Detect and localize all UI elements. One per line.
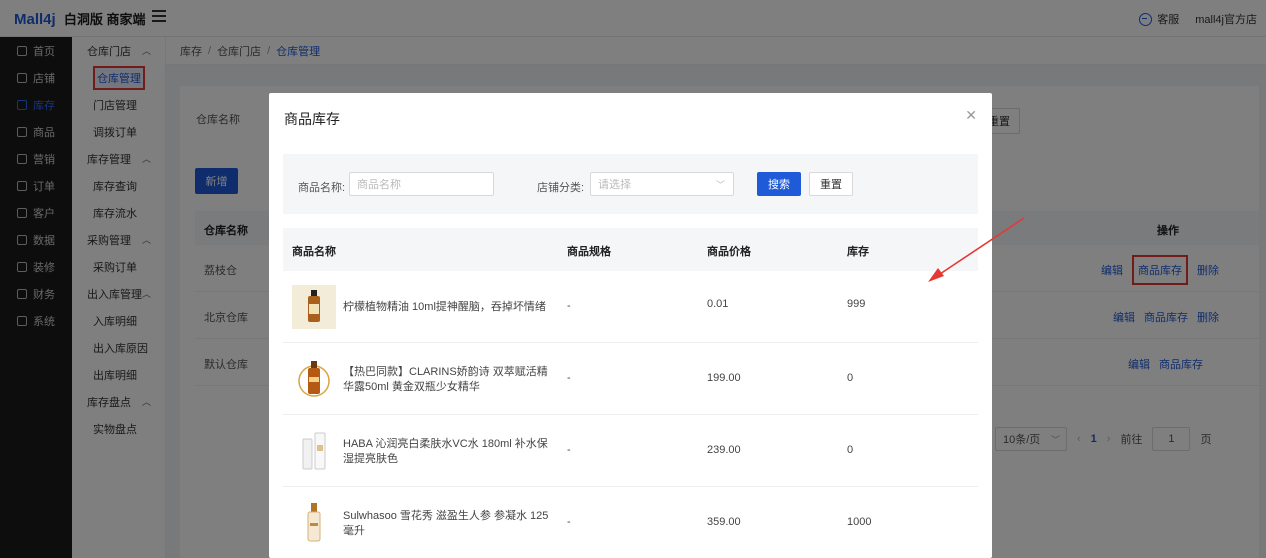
product-name: Sulwhasoo 雪花秀 滋盈生人参 参凝水 125毫升 (343, 510, 549, 537)
product-thumbnail (292, 501, 336, 545)
chevron-down-icon: ﹀ (715, 179, 725, 190)
product-name-label: 商品名称: (298, 182, 346, 194)
product-price: 239.00 (707, 444, 741, 456)
product-price: 359.00 (707, 516, 741, 528)
product-spec: - (567, 300, 571, 312)
product-table-header: 商品名称 商品规格 商品价格 库存 (283, 228, 978, 271)
select-placeholder: 请选择 (598, 179, 631, 191)
column-header: 库存 (847, 246, 869, 258)
product-spec: - (567, 516, 571, 528)
filter-bar: 商品名称: 商品名称 店铺分类: 请选择 ﹀ 搜索 重置 (283, 154, 978, 214)
product-stock-dialog: 商品库存 ✕ 商品名称: 商品名称 店铺分类: 请选择 ﹀ 搜索 重置 商品名称… (269, 93, 992, 558)
table-row: Sulwhasoo 雪花秀 滋盈生人参 参凝水 125毫升 - 359.00 1… (283, 487, 978, 558)
column-header: 商品名称 (292, 246, 336, 258)
annotation-arrow-icon (928, 217, 1025, 282)
product-name: 【热巴同款】CLARINS娇韵诗 双萃赋活精华露50ml 黄金双瓶少女精华 (343, 366, 548, 393)
close-icon[interactable]: ✕ (965, 107, 977, 124)
product-stock: 0 (847, 372, 854, 384)
product-spec: - (567, 444, 571, 456)
product-name-input[interactable]: 商品名称 (349, 172, 494, 196)
product-name: HABA 沁润亮白柔肤水VC水 180ml 补水保湿提亮肤色 (343, 438, 548, 465)
search-button[interactable]: 搜索 (757, 172, 801, 196)
product-stock: 1000 (847, 516, 872, 528)
store-category-select[interactable]: 请选择 ﹀ (590, 172, 734, 196)
product-thumbnail (292, 285, 336, 329)
table-row: 【热巴同款】CLARINS娇韵诗 双萃赋活精华露50ml 黄金双瓶少女精华 - … (283, 343, 978, 415)
column-header: 商品价格 (707, 246, 751, 258)
product-price: 199.00 (707, 372, 741, 384)
product-stock: 0 (847, 444, 854, 456)
store-category-label: 店铺分类: (537, 182, 585, 194)
column-header: 商品规格 (567, 246, 611, 258)
product-thumbnail (292, 429, 336, 473)
product-price: 0.01 (707, 298, 729, 310)
reset-button[interactable]: 重置 (809, 172, 853, 196)
table-row: 柠檬植物精油 10ml提神醒脑，吞掉坏情绪 - 0.01 999 (283, 271, 978, 343)
product-thumbnail (292, 357, 336, 401)
dialog-title: 商品库存 (284, 111, 340, 127)
product-spec: - (567, 372, 571, 384)
product-stock: 999 (847, 298, 866, 310)
product-name: 柠檬植物精油 10ml提神醒脑，吞掉坏情绪 (343, 301, 546, 313)
table-row: HABA 沁润亮白柔肤水VC水 180ml 补水保湿提亮肤色 - 239.00 … (283, 415, 978, 487)
